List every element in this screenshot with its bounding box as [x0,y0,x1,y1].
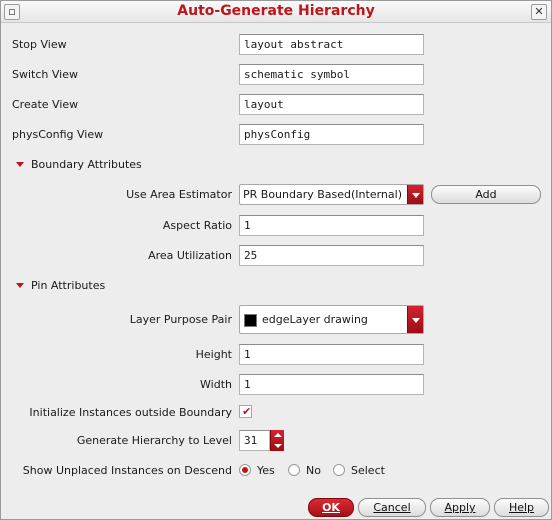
create-view-field[interactable]: layout [239,94,424,115]
pin-height-label: Height [195,348,232,361]
area-estimator-dropdown[interactable]: PR Boundary Based(Internal) [239,184,424,205]
generate-level-field[interactable]: 31 [239,430,270,451]
help-button-label: Help [508,501,535,514]
spin-down-icon[interactable] [274,444,282,448]
ok-button[interactable]: OK [308,498,354,517]
pin-width-label: Width [200,378,232,391]
collapse-triangle-icon [16,161,24,167]
boundary-attributes-section[interactable]: Boundary Attributes [16,158,142,171]
aspect-ratio-field[interactable]: 1 [239,215,424,236]
stop-view-field[interactable]: layout abstract [239,34,424,55]
cancel-button-label: Cancel [373,501,411,514]
apply-button-label: Apply [444,501,476,514]
chevron-down-icon [407,306,423,333]
init-instances-checkbox[interactable]: ✔ [239,405,252,418]
chevron-down-icon [407,185,423,204]
level-spinner[interactable] [270,430,284,451]
checkmark-icon: ✔ [242,405,252,418]
create-view-label: Create View [12,98,79,111]
pin-width-field[interactable]: 1 [239,374,424,395]
radio-no-label: No [306,464,321,477]
apply-button[interactable]: Apply [430,498,490,517]
switch-view-label: Switch View [12,68,78,81]
layer-purpose-pair-label: Layer Purpose Pair [129,313,232,326]
switch-view-field[interactable]: schematic symbol [239,64,424,85]
layer-purpose-pair-dropdown[interactable]: edgeLayer drawing [239,305,424,334]
aspect-ratio-label: Aspect Ratio [162,219,232,232]
radio-select[interactable] [333,464,345,476]
help-button[interactable]: Help [494,498,549,517]
area-estimator-label: Use Area Estimator [126,188,232,201]
area-utilization-label: Area Utilization [148,249,232,262]
add-button[interactable]: Add [431,185,541,204]
layer-swatch [244,314,257,327]
cancel-button[interactable]: Cancel [358,498,426,517]
radio-select-label: Select [351,464,385,477]
physconfig-view-field[interactable]: physConfig [239,124,424,145]
pin-height-field[interactable]: 1 [239,344,424,365]
area-estimator-value: PR Boundary Based(Internal) [243,188,402,201]
pin-attributes-section[interactable]: Pin Attributes [16,279,105,292]
init-instances-label: Initialize Instances outside Boundary [29,406,232,419]
close-icon[interactable]: ✕ [531,4,547,20]
boundary-attributes-label: Boundary Attributes [31,158,142,171]
generate-level-label: Generate Hierarchy to Level [76,434,232,447]
area-utilization-field[interactable]: 25 [239,245,424,266]
auto-generate-hierarchy-dialog: ▫ Auto-Generate Hierarchy ✕ Stop View la… [0,0,552,520]
radio-no[interactable] [288,464,300,476]
show-unplaced-label: Show Unplaced Instances on Descend [22,464,232,477]
spin-up-icon[interactable] [274,433,282,437]
ok-button-label: OK [322,501,340,514]
window-title: Auto-Generate Hierarchy [177,3,375,19]
title-bar: ▫ Auto-Generate Hierarchy ✕ [1,1,551,23]
collapse-triangle-icon [16,282,24,288]
layer-purpose-pair-value: edgeLayer drawing [262,313,368,326]
radio-yes[interactable] [239,464,251,476]
pin-attributes-label: Pin Attributes [31,279,106,292]
radio-yes-label: Yes [257,464,275,477]
physconfig-view-label: physConfig View [12,128,104,141]
stop-view-label: Stop View [12,38,67,51]
